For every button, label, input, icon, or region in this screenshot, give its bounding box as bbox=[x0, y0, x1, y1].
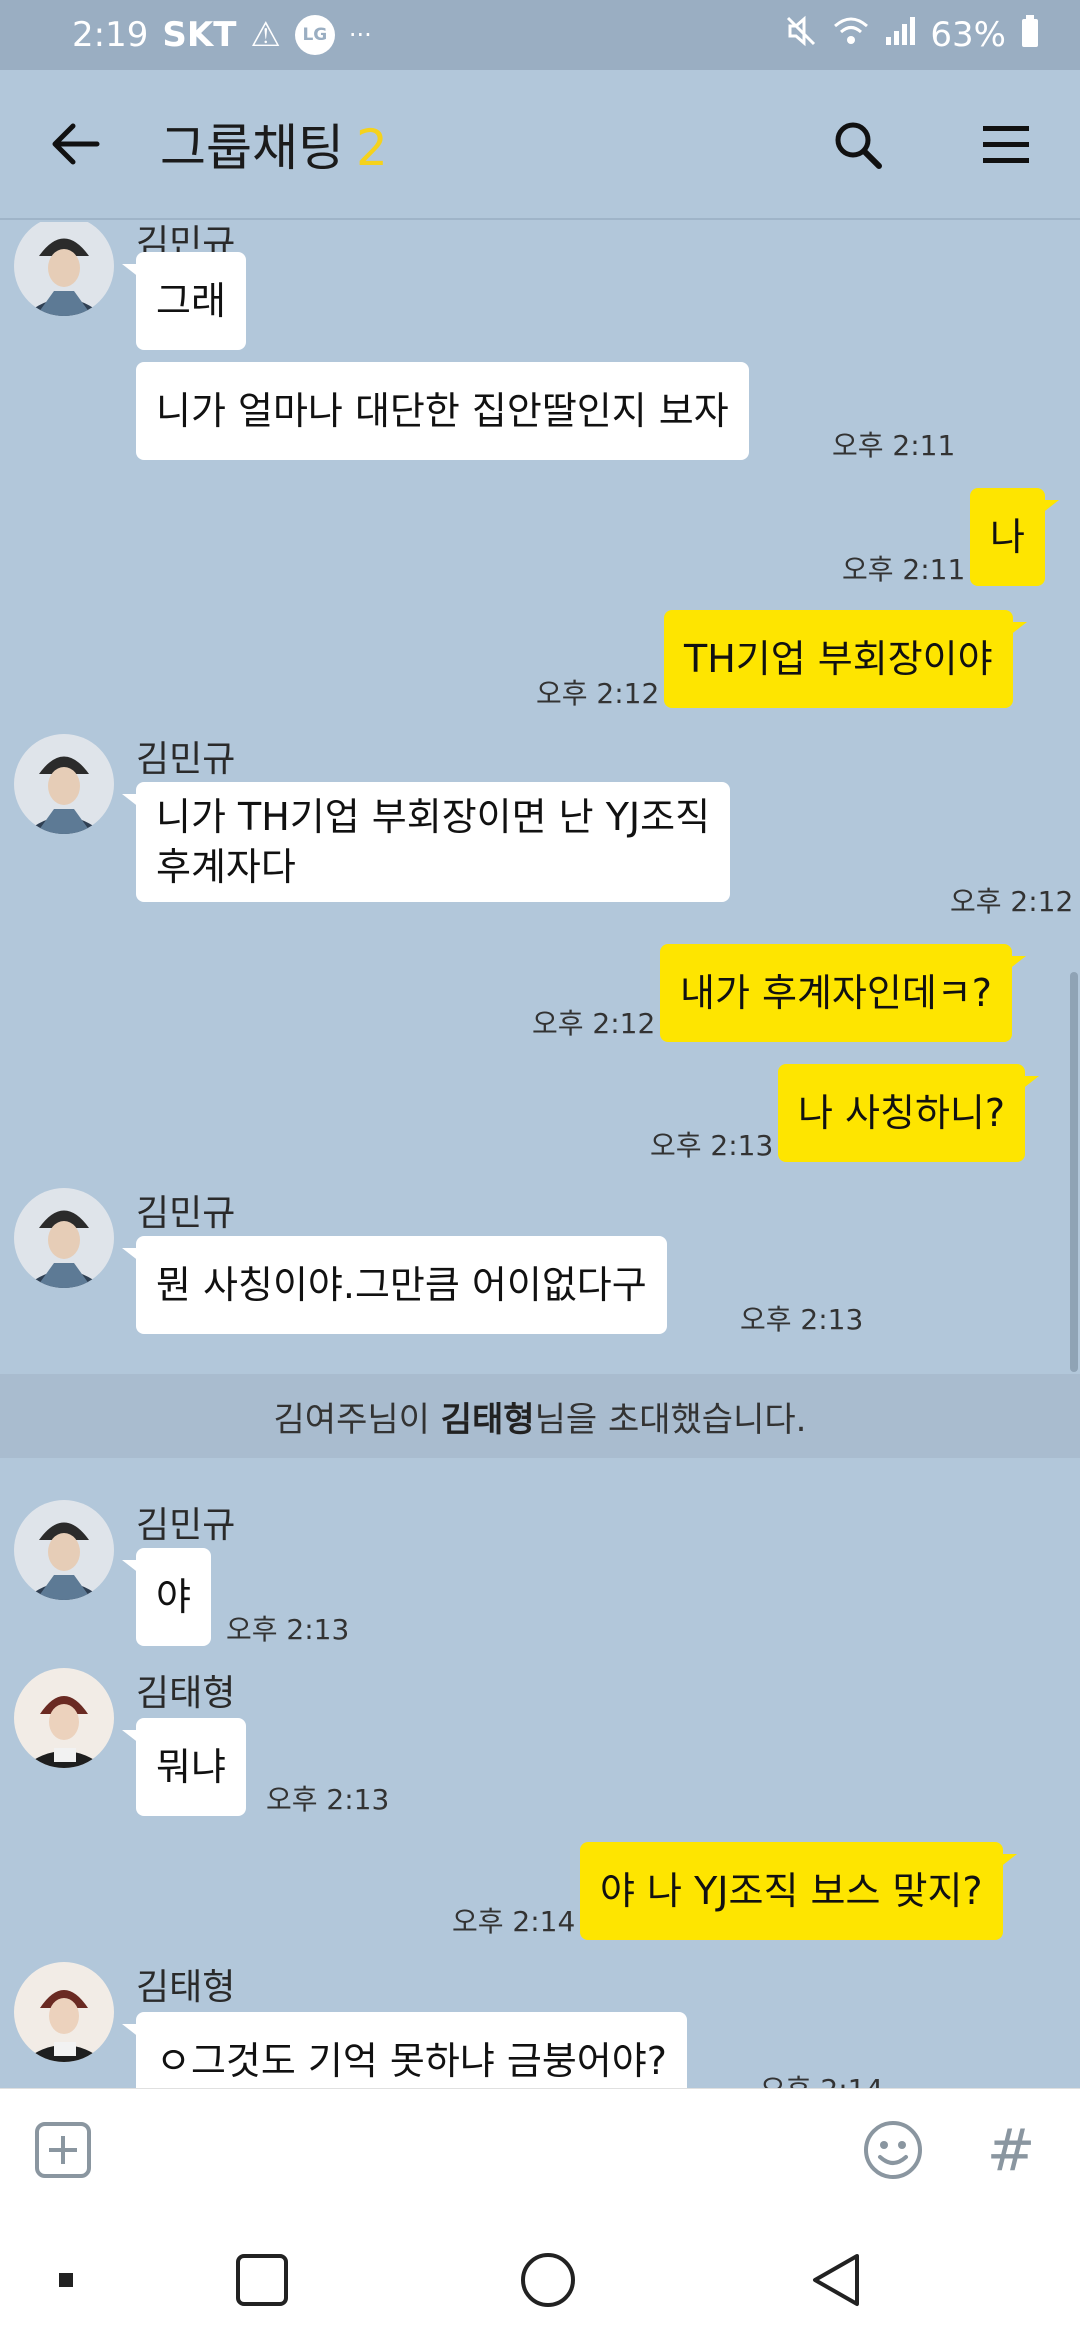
message-line: 니가 TH기업 부회장이면 난 YJ조직 bbox=[156, 795, 711, 839]
message-bubble[interactable]: 뭐냐 bbox=[122, 1718, 246, 1816]
message-bubble[interactable]: ㅇ그것도 기억 못하냐 금붕어야? bbox=[122, 2012, 687, 2088]
message-time: 오후 2:13 bbox=[226, 1613, 350, 1646]
avatar-kim-mingyu[interactable] bbox=[14, 222, 114, 316]
message-time: 오후 2:13 bbox=[740, 1303, 864, 1336]
signal-icon bbox=[884, 15, 916, 56]
sender-name: 김민규 bbox=[136, 739, 236, 780]
plus-icon bbox=[35, 2122, 91, 2178]
message-time: 오후 2:14 bbox=[760, 2068, 883, 2088]
message-bubble[interactable]: 그래 bbox=[122, 252, 246, 350]
message-time: 오후 2:11 bbox=[832, 429, 956, 462]
system-message-prefix: 김여주님이 bbox=[273, 1399, 441, 1440]
sender-name: 김민규 bbox=[136, 1505, 236, 1546]
system-message: 김여주님이 김태형 님을 초대했습니다. bbox=[0, 1374, 1080, 1458]
back-nav-button[interactable] bbox=[796, 2240, 876, 2320]
chat-header: 그룹채팅 2 bbox=[0, 70, 1080, 220]
message-time: 오후 2:12 bbox=[950, 885, 1074, 918]
avatar-kim-taehyung[interactable] bbox=[14, 1962, 114, 2062]
status-time: 2:19 bbox=[72, 15, 149, 55]
menu-icon bbox=[983, 126, 1029, 163]
status-bar: 2:19 SKT ⚠ LG ··· 63% bbox=[0, 0, 1080, 70]
system-message-invitee: 김태형 bbox=[440, 1399, 535, 1440]
my-message-bubble[interactable]: 야 나 YJ조직 보스 맞지? bbox=[580, 1842, 1017, 1940]
my-message-bubble[interactable]: 내가 후계자인데ㅋ? bbox=[660, 944, 1026, 1042]
chat-messages[interactable]: 김민규 그래 니가 얼마나 대단한 집안딸인지 보자 오후 2:11 나 오후 … bbox=[0, 222, 1080, 2088]
recent-apps-button[interactable] bbox=[222, 2240, 302, 2320]
avatar-kim-mingyu[interactable] bbox=[14, 1188, 114, 1288]
my-message-bubble[interactable]: 나 bbox=[970, 488, 1059, 586]
hash-button[interactable]: # bbox=[970, 2109, 1052, 2191]
mute-icon bbox=[784, 14, 818, 57]
avatar-kim-mingyu[interactable] bbox=[14, 734, 114, 834]
battery-icon bbox=[1020, 14, 1040, 57]
lg-icon: LG bbox=[294, 15, 335, 55]
message-bubble[interactable]: 니가 얼마나 대단한 집안딸인지 보자 bbox=[136, 362, 749, 460]
back-icon bbox=[813, 2254, 859, 2306]
message-time: 오후 2:14 bbox=[452, 1905, 576, 1938]
message-time: 오후 2:12 bbox=[536, 677, 660, 710]
message-time: 오후 2:13 bbox=[650, 1129, 774, 1162]
back-arrow-icon bbox=[52, 123, 100, 165]
message-time: 오후 2:12 bbox=[532, 1007, 656, 1040]
status-carrier: SKT bbox=[162, 15, 237, 55]
system-message-suffix: 님을 초대했습니다. bbox=[534, 1399, 807, 1440]
scrollbar[interactable] bbox=[1070, 972, 1078, 1372]
dot-button[interactable] bbox=[26, 2240, 106, 2320]
input-bar: # bbox=[0, 2088, 1080, 2210]
sender-name: 김민규 bbox=[136, 1193, 236, 1234]
message-bubble[interactable]: 뭔 사칭이야.그만큼 어이없다구 bbox=[122, 1236, 667, 1334]
avatar-kim-mingyu[interactable] bbox=[14, 1500, 114, 1600]
navigation-bar bbox=[0, 2210, 1080, 2340]
home-icon bbox=[521, 2253, 575, 2307]
message-time: 오후 2:11 bbox=[842, 553, 966, 586]
my-message-bubble[interactable]: 나 사칭하니? bbox=[778, 1064, 1040, 1162]
more-notifications-icon: ··· bbox=[348, 21, 372, 49]
chat-title: 그룹채팅 2 bbox=[160, 108, 388, 180]
wifi-icon bbox=[832, 14, 870, 57]
message-time: 오후 2:13 bbox=[266, 1783, 390, 1816]
sender-name: 김태형 bbox=[136, 1967, 236, 2008]
recent-apps-icon bbox=[236, 2254, 288, 2306]
warning-icon: ⚠ bbox=[250, 15, 281, 55]
message-bubble[interactable]: 니가 TH기업 부회장이면 난 YJ조직 후계자다 bbox=[121, 782, 731, 902]
my-message-bubble[interactable]: TH기업 부회장이야 bbox=[664, 610, 1027, 708]
member-count: 2 bbox=[356, 119, 388, 177]
message-bubble[interactable]: 야 bbox=[122, 1548, 211, 1646]
avatar-kim-taehyung[interactable] bbox=[14, 1668, 114, 1768]
home-button[interactable] bbox=[508, 2240, 588, 2320]
sender-name: 김태형 bbox=[136, 1673, 236, 1714]
emoji-button[interactable] bbox=[852, 2109, 934, 2191]
menu-button[interactable] bbox=[966, 105, 1046, 185]
battery-percent: 63% bbox=[930, 15, 1006, 55]
message-line: 후계자다 bbox=[156, 845, 296, 889]
search-button[interactable] bbox=[818, 105, 898, 185]
back-button[interactable] bbox=[36, 104, 116, 184]
hash-icon: # bbox=[986, 2116, 1036, 2184]
dot-icon bbox=[59, 2273, 73, 2287]
attach-button[interactable] bbox=[22, 2109, 104, 2191]
chat-title-text: 그룹채팅 bbox=[160, 119, 344, 177]
search-icon bbox=[835, 122, 882, 169]
emoji-icon bbox=[864, 2121, 922, 2179]
